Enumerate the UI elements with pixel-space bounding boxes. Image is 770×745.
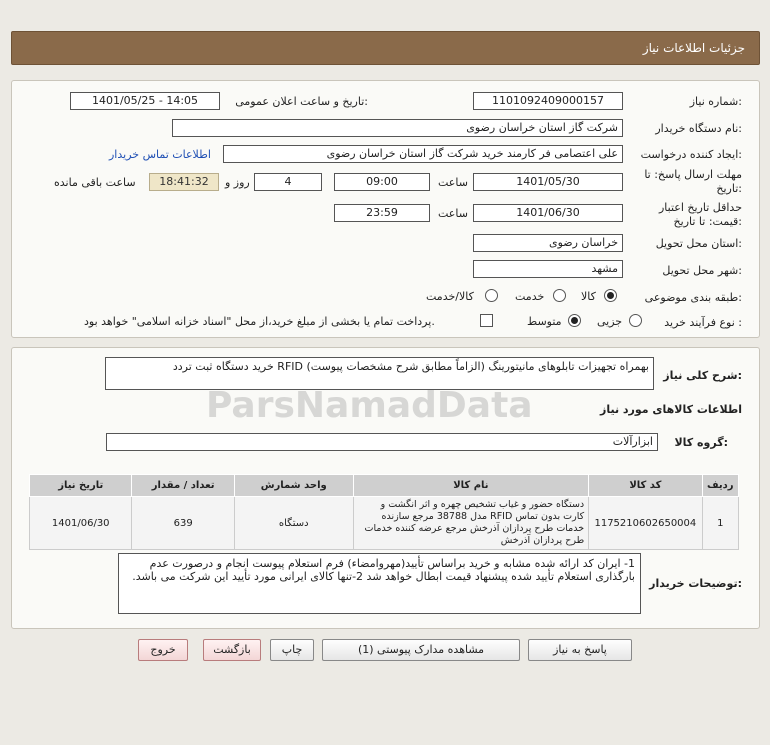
- need-number-label: شماره نیاز:: [689, 95, 742, 108]
- description-field: خرید دستگاه ثبت تردد RFID بهمراه تجهیزات…: [105, 357, 654, 390]
- goods-table: ردیف کد کالا نام کالا واحد شمارش تعداد /…: [28, 474, 740, 550]
- view-attachments-button[interactable]: مشاهده مدارک پیوستی (1): [322, 639, 520, 661]
- description-label: شرح کلی نیاز:: [663, 369, 742, 382]
- reply-deadline-label: مهلت ارسال پاسخ: تا: [644, 168, 742, 181]
- process-minor-label: جزیی: [597, 315, 623, 328]
- col-code: کد کالا: [588, 474, 703, 497]
- row-date: 1401/06/30: [28, 496, 133, 550]
- buyer-org-label: نام دستگاه خریدار:: [655, 122, 742, 135]
- category-service-radio[interactable]: [553, 289, 566, 302]
- row-qty: 639: [131, 496, 235, 550]
- treasury-checkbox[interactable]: [480, 314, 493, 327]
- process-medium-label: متوسط: [527, 315, 562, 328]
- days-label: روز و: [225, 176, 250, 189]
- reply-time-field: 09:00: [334, 173, 430, 191]
- category-service-label: خدمت: [515, 290, 545, 303]
- reply-deadline-label-2: تاریخ:: [716, 182, 742, 195]
- back-button[interactable]: بازگشت: [203, 639, 261, 661]
- category-goods-label: کالا: [581, 290, 596, 303]
- row-code: 1175210602650004: [588, 496, 703, 550]
- buyer-org-field: شرکت گاز استان خراسان رضوی: [172, 119, 623, 137]
- city-label: شهر محل تحویل:: [662, 264, 742, 277]
- row-unit: دستگاه: [233, 496, 354, 550]
- days-field: 4: [254, 173, 322, 191]
- col-qty: تعداد / مقدار: [131, 474, 235, 497]
- announce-field: 1401/05/25 - 14:05: [70, 92, 220, 110]
- creator-field: علی اعتصامی فر کارمند خرید شرکت گاز استا…: [223, 145, 623, 163]
- goods-group-label: گروه کالا:: [674, 436, 728, 449]
- row-name: دستگاه حضور و غیاب تشخیص چهره و اثر انگش…: [352, 496, 590, 550]
- col-name: نام کالا: [352, 474, 590, 497]
- validity-label: حداقل تاریخ اعتبار: [658, 201, 742, 214]
- validity-label-2: قیمت: تا تاریخ:: [673, 215, 742, 228]
- province-label: استان محل تحویل:: [655, 237, 742, 250]
- goods-group-field: ابزارآلات: [106, 433, 658, 451]
- treasury-note: پرداخت تمام یا بخشی از مبلغ خرید،از محل …: [84, 315, 435, 328]
- category-label: طبقه بندی موضوعی:: [644, 291, 742, 304]
- category-goods-service-radio[interactable]: [485, 289, 498, 302]
- page-title: جزئیات اطلاعات نیاز: [642, 41, 745, 55]
- category-goods-radio[interactable]: [604, 289, 617, 302]
- table-row: 1 1175210602650004 دستگاه حضور و غیاب تش…: [28, 496, 740, 550]
- buyer-contact-link[interactable]: اطلاعات تماس خریدار: [109, 148, 211, 161]
- buyer-notes-field: 1- ایران کد ارائه شده مشابه و خرید براسا…: [118, 553, 641, 614]
- process-medium-radio[interactable]: [568, 314, 581, 327]
- remaining-time-field: 18:41:32: [149, 173, 219, 191]
- reply-time-label: ساعت: [438, 176, 468, 189]
- col-index: ردیف: [701, 474, 740, 497]
- print-button[interactable]: چاپ: [270, 639, 314, 661]
- page-header: جزئیات اطلاعات نیاز: [11, 31, 760, 65]
- need-number-field: 1101092409000157: [473, 92, 623, 110]
- goods-table-header: ردیف کد کالا نام کالا واحد شمارش تعداد /…: [28, 474, 740, 497]
- creator-label: ایجاد کننده درخواست:: [640, 148, 742, 161]
- reply-button[interactable]: پاسخ به نیاز: [528, 639, 632, 661]
- buyer-notes-label: توضیحات خریدار:: [649, 577, 742, 590]
- process-label: نوع فرآیند خرید :: [664, 316, 742, 329]
- row-index: 1: [701, 496, 740, 550]
- process-minor-radio[interactable]: [629, 314, 642, 327]
- province-field: خراسان رضوی: [473, 234, 623, 252]
- exit-button[interactable]: خروج: [138, 639, 188, 661]
- col-unit: واحد شمارش: [233, 474, 354, 497]
- col-date: تاریخ نیاز: [28, 474, 133, 497]
- validity-time-label: ساعت: [438, 207, 468, 220]
- remaining-time-label: ساعت باقی مانده: [54, 176, 136, 189]
- validity-time-field: 23:59: [334, 204, 430, 222]
- category-goods-service-label: کالا/خدمت: [426, 290, 474, 303]
- announce-label: تاریخ و ساعت اعلان عمومی:: [235, 95, 368, 108]
- goods-section-title: اطلاعات کالاهای مورد نیاز: [600, 403, 742, 416]
- validity-date-field: 1401/06/30: [473, 204, 623, 222]
- city-field: مشهد: [473, 260, 623, 278]
- reply-date-field: 1401/05/30: [473, 173, 623, 191]
